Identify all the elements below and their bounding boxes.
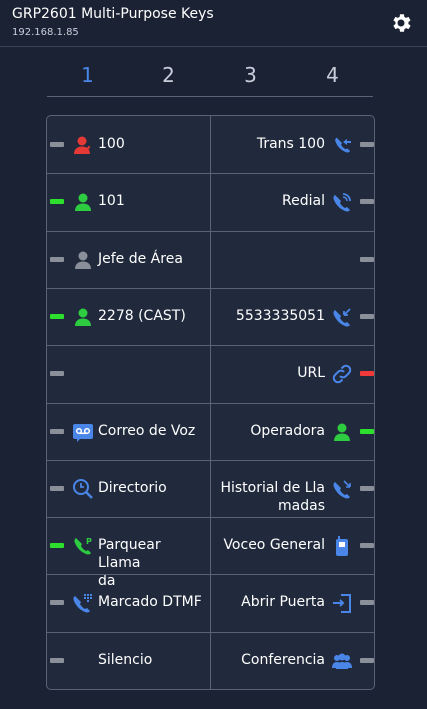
status-led [50, 314, 64, 319]
key-label: URL [297, 365, 325, 381]
park-call-icon: P [74, 537, 92, 555]
status-led [360, 543, 374, 548]
key-left-1[interactable]: 100 [47, 116, 210, 173]
speed-dial-icon [333, 308, 351, 327]
dtmf-icon [73, 594, 92, 613]
key-label: Jefe de Área [98, 251, 183, 267]
status-led [360, 142, 374, 147]
key-label: Directorio [98, 480, 167, 496]
key-left-7[interactable]: Directorio [47, 460, 210, 517]
key-label: Conferencia [241, 652, 325, 668]
tab-4[interactable]: 4 [292, 60, 373, 90]
key-label: Abrir Puerta [241, 594, 325, 610]
link-icon [332, 364, 352, 384]
status-led [50, 658, 64, 663]
key-left-3[interactable]: Jefe de Área [47, 231, 210, 288]
status-led [360, 314, 374, 319]
contact-green-icon [75, 308, 91, 326]
key-left-2[interactable]: 101 [47, 173, 210, 230]
status-led [360, 429, 374, 434]
directory-icon [73, 479, 93, 499]
key-label: Historial de Lla madas [220, 480, 325, 514]
key-left-4[interactable]: 2278 (CAST) [47, 288, 210, 345]
status-led [50, 199, 64, 204]
status-led [50, 257, 64, 262]
key-right-4[interactable]: 5533335051 [211, 288, 374, 345]
intercom-icon [336, 536, 348, 556]
device-ip: 192.168.1.85 [12, 27, 79, 38]
status-led [50, 600, 64, 605]
key-right-9[interactable]: Abrir Puerta [211, 574, 374, 631]
status-led [50, 543, 64, 548]
gear-icon[interactable] [389, 11, 413, 35]
key-left-10[interactable]: Silencio [47, 632, 210, 689]
key-right-2[interactable]: Redial [211, 173, 374, 230]
operator-icon [334, 423, 350, 441]
contact-red-icon [74, 136, 90, 154]
redial-icon [333, 193, 351, 212]
key-label: 100 [98, 136, 125, 152]
status-led [360, 486, 374, 491]
tab-3[interactable]: 3 [210, 60, 291, 90]
status-led [50, 429, 64, 434]
key-label: Silencio [98, 652, 153, 668]
call-history-icon [333, 480, 351, 499]
key-label: Redial [282, 193, 325, 209]
status-led [360, 371, 374, 376]
status-led [50, 371, 64, 376]
key-right-1[interactable]: Trans 100 [211, 116, 374, 173]
key-label: 2278 (CAST) [98, 308, 186, 324]
key-right-3[interactable] [211, 231, 374, 288]
status-led [360, 658, 374, 663]
key-right-7[interactable]: Historial de Lla madas [211, 460, 374, 517]
header: GRP2601 Multi-Purpose Keys 192.168.1.85 [0, 0, 427, 47]
status-led [50, 486, 64, 491]
key-right-8[interactable]: Voceo General [211, 517, 374, 574]
contact-green-icon [75, 193, 91, 211]
contact-gray-icon [75, 251, 91, 269]
door-open-icon [333, 594, 351, 613]
key-left-6[interactable]: Correo de Voz [47, 403, 210, 460]
tab-1[interactable]: 1 [47, 60, 128, 90]
conference-icon [332, 653, 352, 669]
page-title: GRP2601 Multi-Purpose Keys [12, 6, 214, 22]
key-right-5[interactable]: URL [211, 345, 374, 402]
key-right-6[interactable]: Operadora [211, 403, 374, 460]
status-led [50, 142, 64, 147]
key-label: Operadora [250, 423, 325, 439]
voicemail-icon [73, 424, 93, 442]
svg-text:P: P [86, 537, 92, 546]
tab-2[interactable]: 2 [128, 60, 209, 90]
key-label: 5533335051 [235, 308, 325, 324]
key-right-10[interactable]: Conferencia [211, 632, 374, 689]
key-label: Voceo General [223, 537, 325, 553]
key-left-9[interactable]: Marcado DTMF [47, 574, 210, 631]
key-label: Marcado DTMF [98, 594, 202, 610]
transfer-icon [335, 137, 351, 153]
key-label: Correo de Voz [98, 423, 196, 439]
key-grid: 100 Trans 100 101 Redial Jefe de Área 2278 (C… [46, 115, 375, 690]
key-left-5[interactable] [47, 345, 210, 402]
key-left-8[interactable]: P Parquear Llama da [47, 517, 210, 589]
status-led [360, 199, 374, 204]
key-label: Trans 100 [256, 136, 325, 152]
key-label: 101 [98, 193, 125, 209]
status-led [360, 257, 374, 262]
page-tabs: 1 2 3 4 [47, 60, 373, 97]
status-led [360, 600, 374, 605]
